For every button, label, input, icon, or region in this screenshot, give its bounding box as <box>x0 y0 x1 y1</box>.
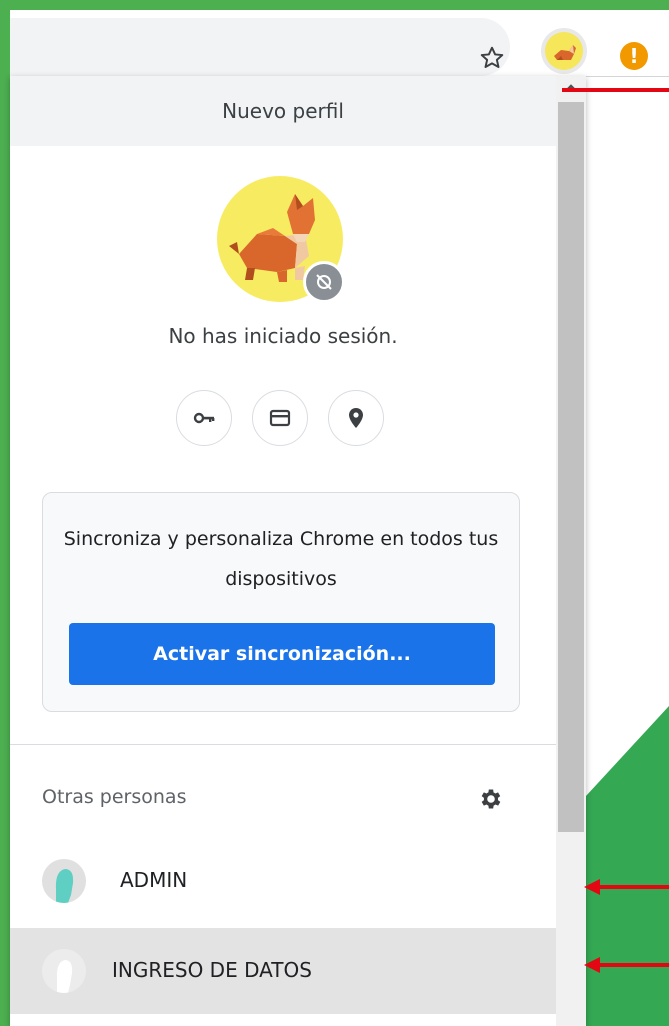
admin-avatar-icon <box>42 859 86 903</box>
popup-title: Nuevo perfil <box>222 99 344 123</box>
annotation-arrowhead-ingreso <box>584 957 600 973</box>
section-divider <box>10 744 556 745</box>
popup-header: Nuevo perfil <box>10 76 556 146</box>
annotation-arrow-admin <box>598 885 669 889</box>
sync-promo-text: Sincroniza y personaliza Chrome en todos… <box>63 528 499 590</box>
passwords-button[interactable] <box>176 390 232 446</box>
scrollbar-thumb[interactable] <box>558 102 584 832</box>
addresses-button[interactable] <box>328 390 384 446</box>
warning-icon[interactable]: ! <box>620 42 648 70</box>
signin-status-text: No has iniciado sesión. <box>168 324 398 348</box>
profile-name-admin: ADMIN <box>120 868 188 892</box>
other-people-label: Otras personas <box>42 786 187 808</box>
payment-methods-button[interactable] <box>252 390 308 446</box>
manage-people-gear-icon[interactable] <box>476 784 506 814</box>
annotation-line-top <box>562 88 669 92</box>
popup-scrollbar[interactable] <box>556 76 586 1026</box>
credit-card-icon <box>269 409 291 427</box>
address-bar[interactable] <box>10 18 510 76</box>
profile-row-admin[interactable]: ADMIN <box>10 838 556 924</box>
annotation-arrow-ingreso <box>598 963 669 967</box>
profile-avatar-button[interactable] <box>541 28 587 74</box>
corgi-avatar-icon <box>545 32 583 70</box>
sync-paused-icon <box>303 261 345 303</box>
profile-menu-popup: Nuevo perfil No has iniciado sesión. Sin… <box>10 76 586 1026</box>
browser-toolbar: ! <box>10 10 669 77</box>
ingreso-avatar-icon <box>42 949 86 993</box>
key-icon <box>193 412 215 424</box>
annotation-arrowhead-admin <box>584 879 600 895</box>
sync-promo-card: Sincroniza y personaliza Chrome en todos… <box>42 492 520 712</box>
bookmark-star-icon[interactable] <box>472 40 512 76</box>
profile-row-ingreso-de-datos[interactable]: INGRESO DE DATOS <box>10 928 556 1014</box>
location-pin-icon <box>349 408 363 428</box>
profile-name-ingreso-de-datos: INGRESO DE DATOS <box>112 958 312 982</box>
turn-on-sync-button[interactable]: Activar sincronización... <box>69 623 495 685</box>
